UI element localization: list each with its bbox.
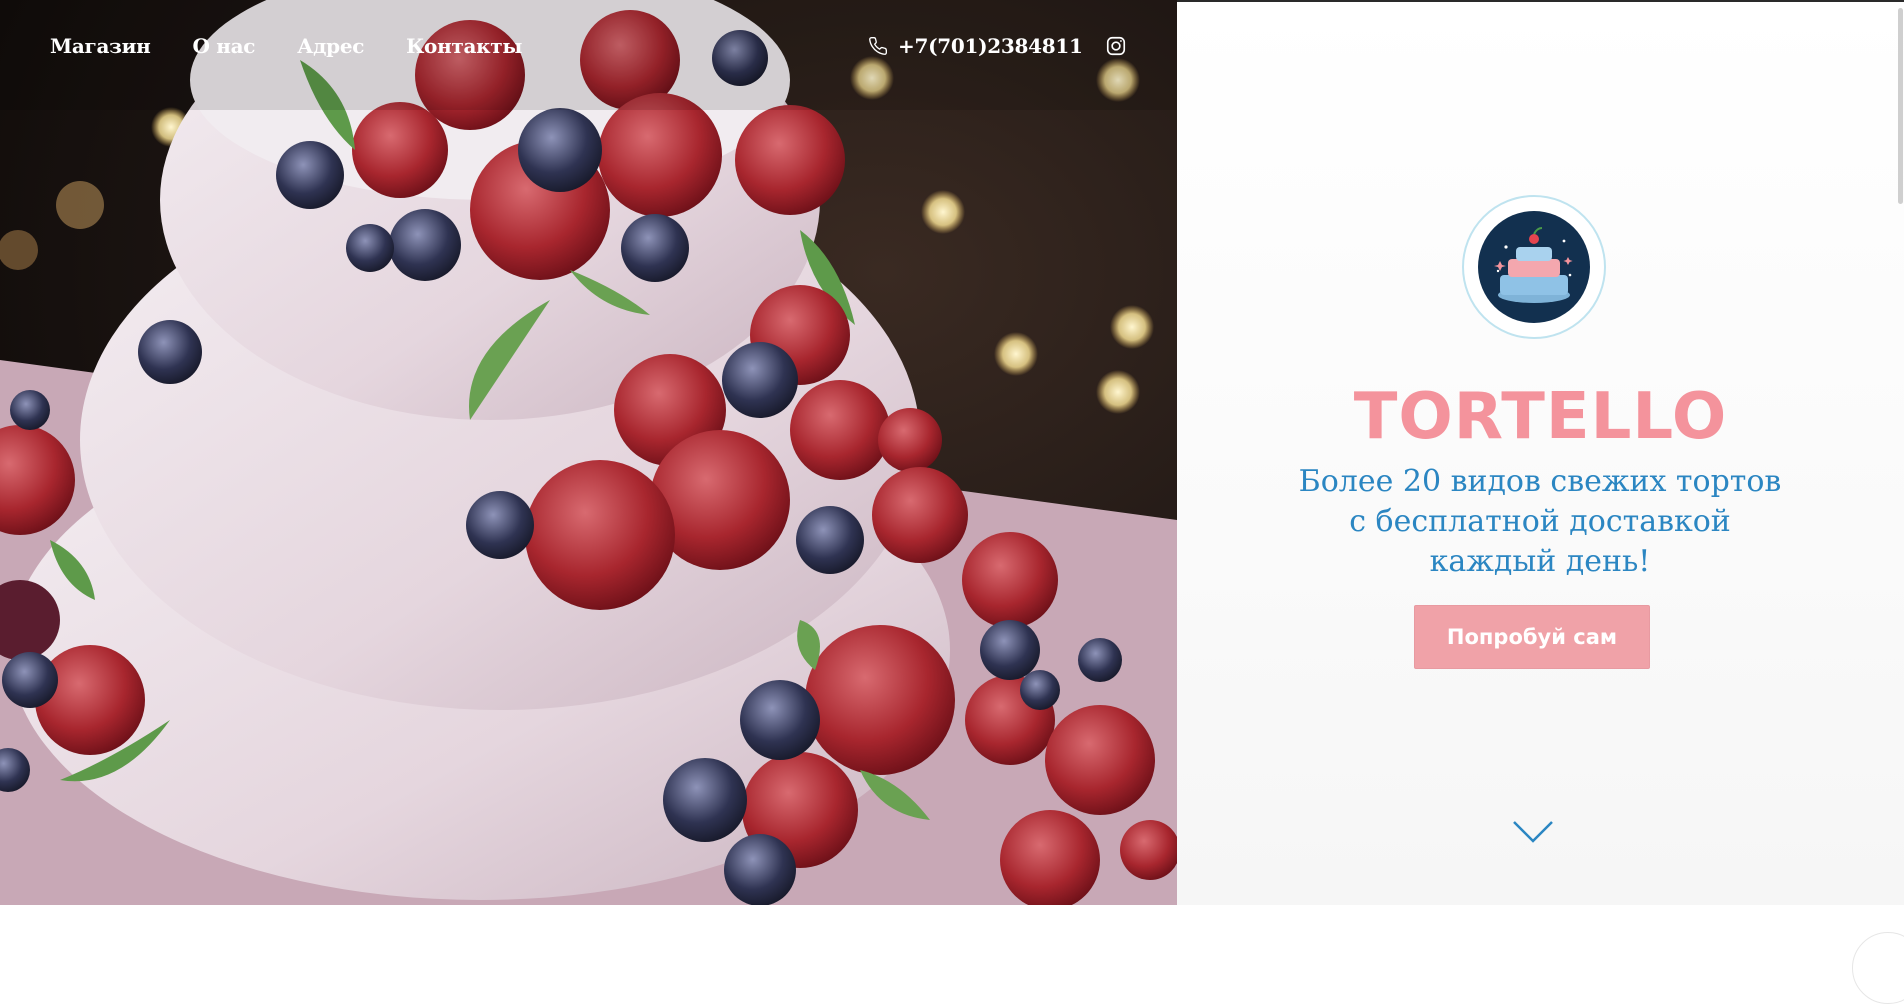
nav-link-about[interactable]: О нас xyxy=(192,34,255,58)
brand-title: TORTELLO xyxy=(1353,380,1728,454)
hero-content-panel: TORTELLO Более 20 видов свежих тортов с … xyxy=(1177,0,1904,907)
cake-logo-icon xyxy=(1462,195,1606,339)
nav-link-contacts[interactable]: Контакты xyxy=(406,34,522,58)
main-nav: Магазин О нас Адрес Контакты xyxy=(50,34,522,58)
scrollbar[interactable] xyxy=(1896,2,1904,907)
nav-link-shop[interactable]: Магазин xyxy=(50,34,151,58)
instagram-icon[interactable] xyxy=(1105,35,1127,57)
hero-tagline: Более 20 видов свежих тортов с бесплатно… xyxy=(1298,464,1782,579)
hero-image-panel: Магазин О нас Адрес Контакты +7(701)2384… xyxy=(0,0,1177,905)
header-contact: +7(701)2384811 xyxy=(868,34,1127,58)
try-it-button[interactable]: Попробуй сам xyxy=(1414,605,1650,669)
nav-link-address[interactable]: Адрес xyxy=(297,34,364,58)
cake-photo xyxy=(0,0,1177,905)
scrollbar-thumb[interactable] xyxy=(1898,8,1903,204)
phone-number[interactable]: +7(701)2384811 xyxy=(898,34,1083,58)
phone-icon xyxy=(869,36,888,55)
next-section xyxy=(0,905,1904,942)
chevron-down-icon[interactable] xyxy=(1512,820,1554,844)
floating-action-button[interactable] xyxy=(1852,932,1904,1004)
